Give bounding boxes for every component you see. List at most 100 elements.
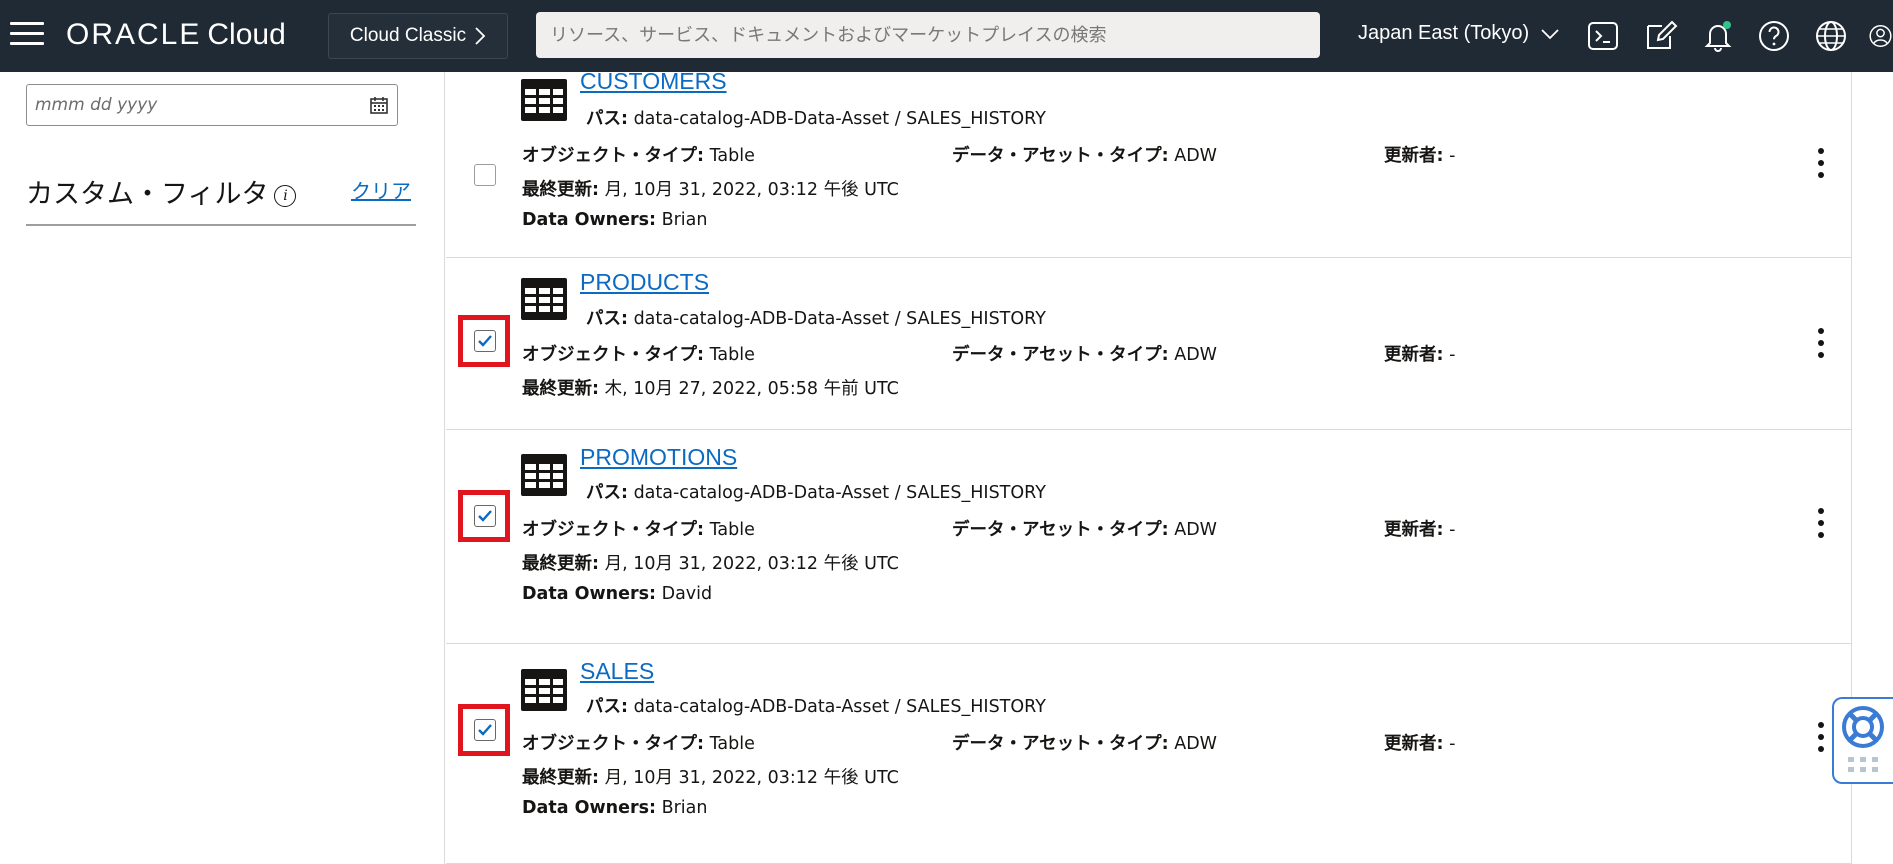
table-icon xyxy=(521,278,567,320)
help-widget[interactable] xyxy=(1832,697,1893,784)
item-title-link[interactable]: CUSTOMERS xyxy=(580,72,727,95)
chevron-right-icon xyxy=(475,27,486,45)
object-type: オブジェクト・タイプ: Table xyxy=(522,341,755,366)
updated-by-value: - xyxy=(1449,146,1456,166)
menu-icon[interactable] xyxy=(10,22,44,48)
logo-oracle-text: ORACLE xyxy=(66,18,202,51)
section-divider xyxy=(26,224,416,226)
data-owners: Data Owners: Brian xyxy=(522,210,708,230)
lifebuoy-icon xyxy=(1842,706,1884,748)
data-asset-type-value: ADW xyxy=(1174,520,1217,540)
data-owners-label: Data Owners: xyxy=(522,798,657,818)
custom-filter-label: カスタム・フィルタ xyxy=(26,179,269,210)
data-owners-value: Brian xyxy=(661,798,708,818)
calendar-icon[interactable] xyxy=(369,95,389,115)
data-owners: Data Owners: David xyxy=(522,584,712,604)
oracle-cloud-logo[interactable]: ORACLE Cloud xyxy=(66,17,286,52)
data-asset-type-label: データ・アセット・タイプ: xyxy=(952,146,1169,166)
region-selector[interactable]: Japan East (Tokyo) xyxy=(1358,22,1559,45)
drag-handle-icon[interactable] xyxy=(1848,757,1878,773)
item-path: パス: data-catalog-ADB-Data-Asset / SALES_… xyxy=(586,305,1046,330)
data-asset-type: データ・アセット・タイプ: ADW xyxy=(952,142,1217,167)
edit-icon[interactable] xyxy=(1643,18,1679,54)
item-checkbox[interactable] xyxy=(474,164,496,186)
updated-by-value: - xyxy=(1449,345,1456,365)
cloud-classic-button[interactable]: Cloud Classic xyxy=(328,13,508,59)
more-actions-icon[interactable] xyxy=(1816,722,1826,752)
table-icon xyxy=(521,669,567,711)
object-type: オブジェクト・タイプ: Table xyxy=(522,516,755,541)
item-title-link[interactable]: PROMOTIONS xyxy=(580,444,737,471)
last-updated: 最終更新: 月, 10月 31, 2022, 03:12 午後 UTC xyxy=(522,550,899,575)
table-icon xyxy=(521,454,567,496)
updated-by: 更新者: - xyxy=(1384,516,1455,541)
item-path: パス: data-catalog-ADB-Data-Asset / SALES_… xyxy=(586,693,1046,718)
path-value: data-catalog-ADB-Data-Asset / SALES_HIST… xyxy=(633,309,1046,329)
list-item: PRODUCTS パス: data-catalog-ADB-Data-Asset… xyxy=(446,258,1851,430)
item-checkbox[interactable] xyxy=(474,505,496,527)
checkmark-icon xyxy=(478,724,492,736)
data-asset-type-label: データ・アセット・タイプ: xyxy=(952,734,1169,754)
item-checkbox[interactable] xyxy=(474,719,496,741)
updated-by-label: 更新者: xyxy=(1384,146,1444,166)
item-checkbox[interactable] xyxy=(474,330,496,352)
updated-by-value: - xyxy=(1449,734,1456,754)
data-asset-type: データ・アセット・タイプ: ADW xyxy=(952,730,1217,755)
last-updated: 最終更新: 木, 10月 27, 2022, 05:58 午前 UTC xyxy=(522,375,899,400)
item-title-link[interactable]: SALES xyxy=(580,658,654,685)
chevron-down-icon xyxy=(1541,29,1559,39)
updated-by-label: 更新者: xyxy=(1384,520,1444,540)
data-owners: Data Owners: Brian xyxy=(522,798,708,818)
more-actions-icon[interactable] xyxy=(1816,508,1826,538)
list-item: PROMOTIONS パス: data-catalog-ADB-Data-Ass… xyxy=(446,430,1851,644)
avatar-icon[interactable] xyxy=(1868,18,1893,54)
updated-by: 更新者: - xyxy=(1384,142,1455,167)
clear-filter-link[interactable]: クリア xyxy=(351,175,411,204)
item-path: パス: data-catalog-ADB-Data-Asset / SALES_… xyxy=(586,479,1046,504)
last-updated-value: 木, 10月 27, 2022, 05:58 午前 UTC xyxy=(604,379,899,399)
object-type-label: オブジェクト・タイプ: xyxy=(522,146,704,166)
filter-panel: mmm dd yyyy カスタム・フィルタ i クリア xyxy=(0,72,445,864)
path-label: パス: xyxy=(586,109,628,129)
custom-filter-heading: カスタム・フィルタ i xyxy=(26,172,297,211)
globe-icon[interactable] xyxy=(1813,18,1849,54)
search-results-list: CUSTOMERS パス: data-catalog-ADB-Data-Asse… xyxy=(446,72,1852,864)
search-input[interactable] xyxy=(536,12,1320,58)
updated-by-label: 更新者: xyxy=(1384,734,1444,754)
date-field[interactable]: mmm dd yyyy xyxy=(26,84,398,126)
data-owners-label: Data Owners: xyxy=(522,584,657,604)
data-asset-type: データ・アセット・タイプ: ADW xyxy=(952,516,1217,541)
object-type: オブジェクト・タイプ: Table xyxy=(522,142,755,167)
path-value: data-catalog-ADB-Data-Asset / SALES_HIST… xyxy=(633,697,1046,717)
more-actions-icon[interactable] xyxy=(1816,148,1826,178)
last-updated: 最終更新: 月, 10月 31, 2022, 03:12 午後 UTC xyxy=(522,176,899,201)
cloud-classic-label: Cloud Classic xyxy=(349,25,467,46)
more-actions-icon[interactable] xyxy=(1816,328,1826,358)
object-type: オブジェクト・タイプ: Table xyxy=(522,730,755,755)
updated-by-value: - xyxy=(1449,520,1456,540)
item-title-link[interactable]: PRODUCTS xyxy=(580,269,709,296)
data-asset-type-value: ADW xyxy=(1174,146,1217,166)
data-asset-type-value: ADW xyxy=(1174,345,1217,365)
item-path: パス: data-catalog-ADB-Data-Asset / SALES_… xyxy=(586,105,1046,130)
list-item: SALES パス: data-catalog-ADB-Data-Asset / … xyxy=(446,644,1851,864)
region-label: Japan East (Tokyo) xyxy=(1358,22,1530,44)
info-icon[interactable]: i xyxy=(274,184,297,207)
object-type-value: Table xyxy=(709,146,755,166)
data-asset-type-label: データ・アセット・タイプ: xyxy=(952,520,1169,540)
path-label: パス: xyxy=(586,697,628,717)
object-type-value: Table xyxy=(709,734,755,754)
path-label: パス: xyxy=(586,483,628,503)
object-type-value: Table xyxy=(709,520,755,540)
last-updated-label: 最終更新: xyxy=(522,180,599,200)
help-icon[interactable] xyxy=(1756,18,1792,54)
table-icon xyxy=(521,79,567,121)
bell-icon[interactable] xyxy=(1700,18,1736,54)
updated-by: 更新者: - xyxy=(1384,341,1455,366)
checkmark-icon xyxy=(478,510,492,522)
cloud-shell-icon[interactable] xyxy=(1585,18,1621,54)
data-owners-value: Brian xyxy=(661,210,708,230)
last-updated-label: 最終更新: xyxy=(522,554,599,574)
object-type-label: オブジェクト・タイプ: xyxy=(522,520,704,540)
updated-by: 更新者: - xyxy=(1384,730,1455,755)
